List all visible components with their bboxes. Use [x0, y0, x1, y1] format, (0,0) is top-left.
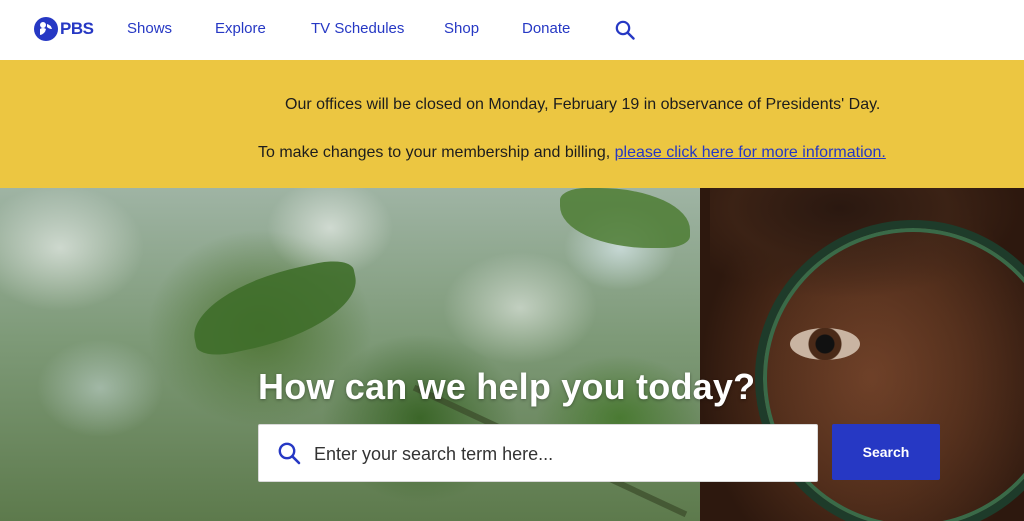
- banner-closure-notice: Our offices will be closed on Monday, Fe…: [285, 96, 881, 113]
- hero-section: How can we help you today? Search: [0, 188, 1024, 521]
- nav-item-explore[interactable]: Explore: [215, 20, 266, 37]
- logo-text: PBS: [60, 19, 94, 38]
- pbs-logo-icon: [34, 17, 58, 41]
- nav-item-tv-schedules[interactable]: TV Schedules: [311, 20, 404, 37]
- search-input[interactable]: [312, 425, 806, 483]
- announcement-banner: Our offices will be closed on Monday, Fe…: [0, 60, 1024, 188]
- pbs-logo[interactable]: PBS: [34, 17, 94, 41]
- banner-membership-line: To make changes to your membership and b…: [258, 144, 886, 162]
- banner-membership-text: To make changes to your membership and b…: [258, 144, 611, 161]
- search-icon: [277, 441, 301, 470]
- search-button[interactable]: Search: [832, 424, 940, 480]
- hero-heading: How can we help you today?: [258, 366, 756, 407]
- leaf-decoration: [184, 256, 366, 360]
- nav-item-donate[interactable]: Donate: [522, 20, 570, 37]
- nav-item-shows[interactable]: Shows: [127, 20, 172, 37]
- search-icon[interactable]: [615, 20, 635, 45]
- membership-info-link[interactable]: please click here for more information.: [615, 144, 886, 161]
- search-field[interactable]: [258, 424, 818, 483]
- top-navigation: PBS Shows Explore TV Schedules Shop Dona…: [0, 0, 1024, 60]
- eye-detail: [790, 328, 860, 360]
- nav-item-shop[interactable]: Shop: [444, 20, 479, 37]
- leaf-decoration: [560, 188, 690, 248]
